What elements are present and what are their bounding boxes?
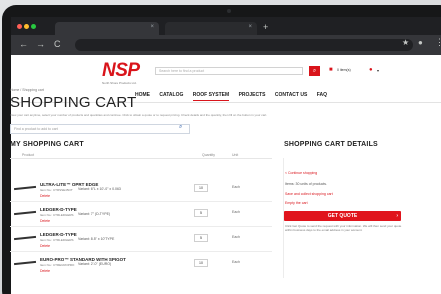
site-search-button[interactable]: ⌕ (309, 66, 320, 76)
cart-row: LEDGER-D-TYPE Item No.: CTRLEDGERS Varia… (10, 228, 272, 252)
maximize-window-button[interactable] (31, 24, 36, 29)
product-item-number: Item No.: CTRLEDGERS (40, 238, 74, 242)
nav-catalog[interactable]: CATALOG (159, 91, 183, 100)
get-quote-button[interactable]: GET QUOTE › (284, 211, 401, 221)
continue-shopping-link[interactable]: < Continue shopping (285, 171, 317, 175)
unit-label: Each (232, 210, 240, 214)
browser-toolbar: ← → C ★ ● ⋮ (11, 35, 441, 55)
quantity-field[interactable]: 5 (194, 234, 208, 242)
unit-label: Each (232, 185, 240, 189)
tab-close-icon[interactable]: × (248, 24, 252, 30)
table-header-rule (10, 158, 272, 159)
product-item-number: Item No.: CTRSSE45OT (40, 188, 73, 192)
unit-label: Each (232, 235, 240, 239)
delete-button[interactable]: Delete (40, 194, 50, 198)
nav-contact-us[interactable]: CONTACT US (275, 91, 307, 100)
logo-tagline: North Shore Products Ltd. (102, 81, 137, 85)
product-thumbnail (13, 260, 37, 265)
cart-icon[interactable]: ■ (329, 67, 333, 73)
cart-row: ULTRA-LITE™ OPRT EDGE Item No.: CTRSSE45… (10, 178, 272, 202)
product-variant: Variant: 6"L x 10'-0" x 0.063 (78, 187, 121, 191)
nsp-logo[interactable]: NSP North Shore Products Ltd. (102, 61, 150, 85)
minimize-window-button[interactable] (24, 24, 29, 29)
page-intro: View your cart anytime, select your numb… (10, 113, 268, 117)
col-header-quantity: Quantity (202, 153, 216, 157)
tab-bar: × × + (11, 17, 441, 35)
product-variant: Variant: 2'-0" (EURO) (78, 262, 112, 266)
find-product-input[interactable]: Find a product to add to cart (10, 124, 190, 134)
quantity-field[interactable]: 10 (194, 184, 208, 192)
browser-menu-icon[interactable]: ⋮ (435, 37, 441, 48)
nav-projects[interactable]: PROJECTS (239, 91, 266, 100)
product-variant: Variant: 7" (D-TYPE) (78, 212, 111, 216)
nav-roof-system[interactable]: ROOF SYSTEM (192, 91, 230, 101)
cart-row: EURO-PRO™ STANDARD WITH SPIGOT Item No.:… (10, 253, 272, 277)
logo-wordmark: NSP (102, 60, 140, 81)
get-quote-label: GET QUOTE (327, 213, 358, 219)
reload-icon[interactable]: C (54, 39, 61, 49)
save-cart-link[interactable]: Save and collect shopping cart (285, 192, 333, 196)
my-cart-title: MY SHOPPING CART (10, 141, 84, 148)
chevron-right-icon: › (396, 213, 398, 219)
bookmark-star-icon[interactable]: ★ (402, 38, 409, 47)
unit-label: Each (232, 260, 240, 264)
address-bar[interactable] (75, 39, 413, 51)
quantity-field[interactable]: 5 (194, 209, 208, 217)
cart-summary-text: Items: 30 units of products. (285, 182, 328, 186)
quantity-field[interactable]: 10 (194, 259, 208, 267)
product-item-number: Item No.: CTREUROPRO (40, 263, 75, 267)
cart-details-title: SHOPPING CART DETAILS (284, 141, 378, 148)
tab-active[interactable]: × (55, 22, 159, 35)
delete-button[interactable]: Delete (40, 269, 50, 273)
user-icon[interactable]: ● (369, 67, 373, 73)
product-item-number: Item No.: CTRLEDGERS (40, 213, 74, 217)
product-thumbnail (13, 210, 37, 215)
back-arrow-icon[interactable]: ← (19, 39, 28, 49)
search-icon[interactable]: ⌕ (179, 124, 182, 131)
nav-faq[interactable]: FAQ (317, 91, 327, 100)
quote-footnote: Click Get Quote to send the request with… (285, 224, 402, 232)
product-variant: Variant: 8.5" x 10'TYPE (78, 237, 115, 241)
col-header-product: Product (22, 153, 35, 157)
breadcrumb[interactable]: Home / Shopping cart (10, 88, 44, 92)
nav-home[interactable]: HOME (135, 91, 150, 100)
delete-button[interactable]: Delete (40, 244, 50, 248)
tab-inactive[interactable]: × (165, 22, 257, 35)
empty-cart-link[interactable]: Empty the cart (285, 201, 308, 205)
product-thumbnail (13, 235, 37, 240)
cart-count[interactable]: 0 item(s) (337, 68, 351, 72)
new-tab-icon[interactable]: + (263, 22, 268, 32)
col-header-unit: Unit (232, 153, 239, 157)
product-name[interactable]: LEDGER-D-TYPE (40, 232, 77, 237)
webcam (227, 9, 231, 13)
product-thumbnail (13, 185, 37, 190)
close-window-button[interactable] (17, 24, 22, 29)
page-title: SHOPPING CART (10, 94, 137, 111)
chevron-down-icon[interactable]: ▾ (377, 68, 379, 73)
tab-close-icon[interactable]: × (150, 24, 154, 30)
product-name[interactable]: LEDGER-D-TYPE (40, 207, 77, 212)
site-search-input[interactable]: Search here to find a product (155, 67, 303, 75)
cart-row: LEDGER-D-TYPE Item No.: CTRLEDGERS Varia… (10, 203, 272, 227)
forward-arrow-icon[interactable]: → (36, 39, 45, 49)
extensions-icon[interactable]: ● (418, 38, 423, 47)
delete-button[interactable]: Delete (40, 219, 50, 223)
